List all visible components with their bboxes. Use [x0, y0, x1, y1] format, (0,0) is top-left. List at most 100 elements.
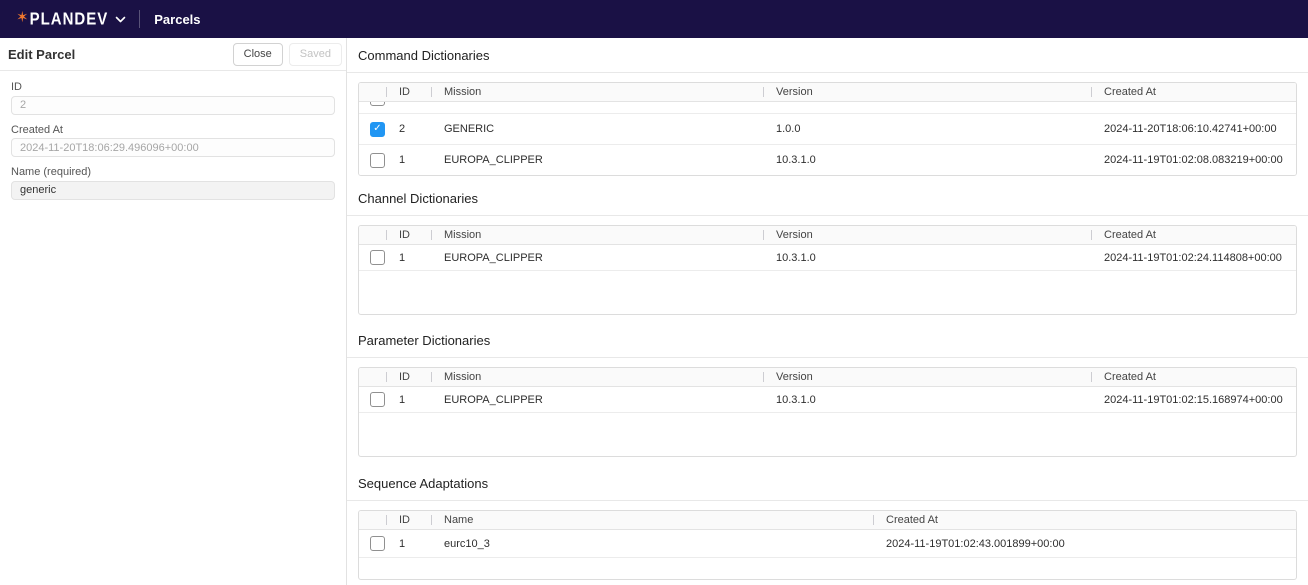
table-header: IDMissionVersionCreated At — [359, 83, 1296, 102]
channel-dictionaries-table: IDMissionVersionCreated At1EUROPA_CLIPPE… — [358, 225, 1297, 315]
table-header: IDMissionVersionCreated At — [359, 226, 1296, 245]
sparkle-icon: ✶ — [16, 10, 29, 25]
column-header-mission[interactable]: Mission — [431, 368, 763, 386]
page-title: Parcels — [154, 12, 200, 27]
chevron-down-icon[interactable] — [115, 16, 126, 23]
table-body: 1eurc10_32024-11-19T01:02:43.001899+00:0… — [359, 530, 1296, 558]
checkbox-column-header — [359, 511, 386, 529]
section-sequence-adaptations: Sequence AdaptationsIDNameCreated At1eur… — [358, 476, 1308, 580]
cell-id: 2 — [386, 123, 431, 135]
edit-parcel-header: Edit Parcel Close Saved — [0, 38, 346, 71]
cell-id: 1 — [386, 394, 431, 406]
cell-created_at: 2024-11-20T18:06:10.42741+00:00 — [1091, 123, 1297, 135]
parameter-dictionaries-table: IDMissionVersionCreated At1EUROPA_CLIPPE… — [358, 367, 1297, 457]
cell-name: eurc10_3 — [431, 538, 873, 550]
column-header-id[interactable]: ID — [386, 368, 431, 386]
topbar-divider — [139, 10, 140, 28]
row-checkbox[interactable] — [370, 392, 385, 407]
checkbox-cell — [359, 153, 386, 168]
checkbox-cell: ✓ — [359, 122, 386, 137]
column-header-mission[interactable]: Mission — [431, 83, 763, 101]
dictionaries-panel: Command DictionariesIDMissionVersionCrea… — [347, 38, 1308, 585]
checkbox-cell — [359, 250, 386, 265]
column-header-id[interactable]: ID — [386, 511, 431, 529]
cell-id: 1 — [386, 154, 431, 166]
edit-parcel-fields: ID Created At Name (required) — [0, 71, 346, 200]
parameter-dictionaries-title: Parameter Dictionaries — [358, 333, 1308, 349]
section-divider — [347, 72, 1308, 73]
edit-parcel-panel: Edit Parcel Close Saved ID Created At Na… — [0, 38, 347, 585]
created-at-label: Created At — [11, 124, 335, 136]
main-layout: Edit Parcel Close Saved ID Created At Na… — [0, 38, 1308, 585]
command-dictionaries-title: Command Dictionaries — [358, 48, 1308, 64]
panel-actions: Close Saved — [233, 43, 342, 66]
column-header-created_at[interactable]: Created At — [1091, 83, 1297, 101]
cell-version: 1.0.0 — [763, 123, 1091, 135]
section-divider — [347, 215, 1308, 216]
row-checkbox[interactable] — [370, 250, 385, 265]
sections-container: Command DictionariesIDMissionVersionCrea… — [358, 48, 1308, 580]
cell-version: 10.3.1.0 — [763, 394, 1091, 406]
row-checkbox[interactable] — [370, 153, 385, 168]
cell-version: 10.3.1.0 — [763, 154, 1091, 166]
table-row: ✓2GENERIC1.0.02024-11-20T18:06:10.42741+… — [359, 114, 1296, 145]
table-row: 1EUROPA_CLIPPER10.3.1.02024-11-19T01:02:… — [359, 245, 1296, 271]
cell-created_at: 2024-11-19T01:02:43.001899+00:00 — [873, 538, 1297, 550]
table-body: 1EUROPA_CLIPPER10.3.1.02024-11-19T01:02:… — [359, 387, 1296, 413]
saved-button: Saved — [289, 43, 342, 66]
command-dictionaries-table: IDMissionVersionCreated At3Banana Nation… — [358, 82, 1297, 176]
section-divider — [347, 500, 1308, 501]
created-at-field — [11, 138, 335, 157]
channel-dictionaries-title: Channel Dictionaries — [358, 191, 1308, 207]
column-header-created_at[interactable]: Created At — [1091, 226, 1297, 244]
id-field-group: ID — [11, 81, 335, 115]
section-channel-dictionaries: Channel Dictionaries IDMissionVersionCrea… — [358, 191, 1308, 315]
cell-version: 10.3.1.0 — [763, 252, 1091, 264]
row-checkbox[interactable] — [370, 536, 385, 551]
cell-mission: EUROPA_CLIPPER — [431, 252, 763, 264]
id-field — [11, 96, 335, 115]
cell-mission: EUROPA_CLIPPER — [431, 394, 763, 406]
row-checkbox[interactable]: ✓ — [370, 122, 385, 137]
cell-created_at: 2024-11-19T01:02:15.168974+00:00 — [1091, 394, 1297, 406]
checkbox-cell — [359, 392, 386, 407]
topbar: ✶ PLANDEV Parcels — [0, 0, 1308, 38]
table-header: IDMissionVersionCreated At — [359, 368, 1296, 387]
section-command-dictionaries: Command Dictionaries IDMissionVersionCrea… — [358, 48, 1308, 176]
column-header-mission[interactable]: Mission — [431, 226, 763, 244]
name-field[interactable] — [11, 181, 335, 200]
name-field-group: Name (required) — [11, 166, 335, 200]
sequence-adaptations-title: Sequence Adaptations — [358, 476, 1308, 492]
name-label: Name (required) — [11, 166, 335, 178]
cell-id: 1 — [386, 252, 431, 264]
cell-mission: GENERIC — [431, 123, 763, 135]
column-header-version[interactable]: Version — [763, 226, 1091, 244]
checkbox-column-header — [359, 83, 386, 101]
app-logo[interactable]: ✶ PLANDEV — [16, 11, 126, 28]
cell-created_at: 2024-11-19T01:02:24.114808+00:00 — [1091, 252, 1297, 264]
sequence-adaptations-table: IDNameCreated At1eurc10_32024-11-19T01:0… — [358, 510, 1297, 580]
close-button[interactable]: Close — [233, 43, 283, 66]
table-row: 1EUROPA_CLIPPER10.3.1.02024-11-19T01:02:… — [359, 387, 1296, 413]
table-row: 1eurc10_32024-11-19T01:02:43.001899+00:0… — [359, 530, 1296, 558]
table-row: 1EUROPA_CLIPPER10.3.1.02024-11-19T01:02:… — [359, 145, 1296, 176]
column-header-id[interactable]: ID — [386, 226, 431, 244]
checkbox-cell — [359, 536, 386, 551]
column-header-version[interactable]: Version — [763, 83, 1091, 101]
section-parameter-dictionaries: Parameter Dictionaries IDMissionVersionCr… — [358, 333, 1308, 457]
checkbox-column-header — [359, 368, 386, 386]
created-at-field-group: Created At — [11, 124, 335, 158]
cell-id: 1 — [386, 538, 431, 550]
logo-text: PLANDEV — [30, 9, 109, 29]
table-body: 1EUROPA_CLIPPER10.3.1.02024-11-19T01:02:… — [359, 245, 1296, 271]
column-header-version[interactable]: Version — [763, 368, 1091, 386]
cell-created_at: 2024-11-19T01:02:08.083219+00:00 — [1091, 154, 1297, 166]
column-header-name[interactable]: Name — [431, 511, 873, 529]
section-divider — [347, 357, 1308, 358]
column-header-created_at[interactable]: Created At — [873, 511, 1297, 529]
id-label: ID — [11, 81, 335, 93]
column-header-created_at[interactable]: Created At — [1091, 368, 1297, 386]
table-header: IDNameCreated At — [359, 511, 1296, 530]
edit-parcel-title: Edit Parcel — [8, 47, 75, 62]
column-header-id[interactable]: ID — [386, 83, 431, 101]
